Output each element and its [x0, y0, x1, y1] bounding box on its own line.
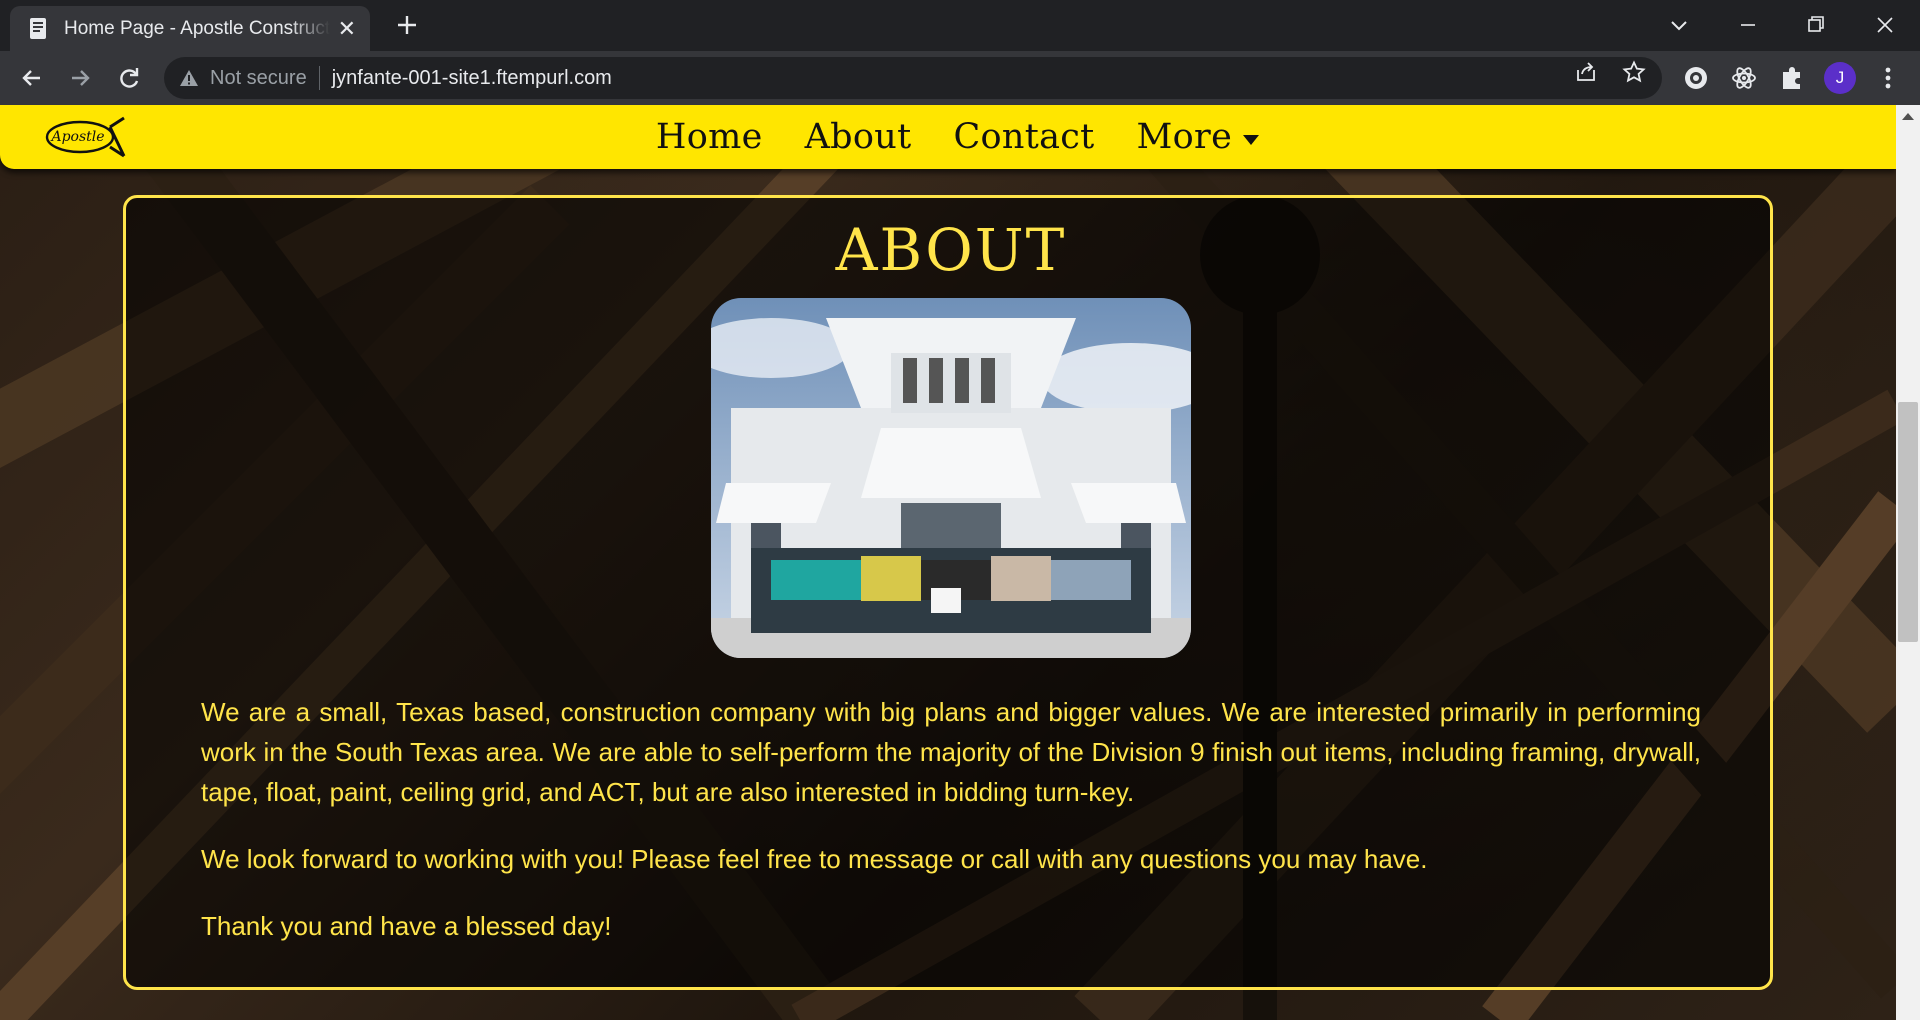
share-icon[interactable] [1574, 60, 1598, 84]
nav-more-label: More [1136, 117, 1233, 157]
about-paragraph-1: We are a small, Texas based, constructio… [201, 697, 1701, 807]
nav-home[interactable]: Home [656, 117, 763, 157]
nav-menu: Home About Contact More [0, 105, 1896, 169]
security-label[interactable]: Not secure [210, 67, 307, 90]
site-navbar: Apostle Home About Contact More [0, 105, 1896, 169]
forward-arrow-icon[interactable] [64, 62, 96, 94]
browser-toolbar: Not secure jynfante-001-site1.ftempurl.c… [0, 51, 1920, 105]
about-title: ABOUT [835, 216, 1067, 284]
tab-title: Home Page - Apostle Construction [64, 17, 330, 39]
about-text: We are a small, Texas based, constructio… [201, 692, 1701, 973]
page-viewport: Apostle Home About Contact More ABOUT We… [0, 105, 1896, 1020]
profile-avatar[interactable]: J [1824, 62, 1856, 94]
caret-down-icon [1243, 135, 1260, 145]
restore-icon[interactable] [1801, 10, 1831, 40]
page-favicon [30, 17, 46, 39]
address-bar[interactable]: Not secure jynfante-001-site1.ftempurl.c… [164, 57, 1662, 99]
about-card: ABOUT We are a small, Texas based, const… [123, 195, 1773, 990]
nav-contact[interactable]: Contact [953, 117, 1094, 157]
puzzle-icon[interactable] [1776, 62, 1808, 94]
about-paragraph-2: We look forward to working with you! Ple… [201, 844, 1428, 874]
warning-icon [180, 70, 198, 86]
back-arrow-icon[interactable] [16, 62, 48, 94]
about-paragraph-3: Thank you and have a blessed day! [201, 911, 612, 941]
close-window-icon[interactable] [1870, 10, 1900, 40]
nav-about[interactable]: About [805, 117, 912, 157]
plus-icon[interactable] [392, 10, 422, 40]
chevron-down-icon[interactable] [1664, 10, 1694, 40]
close-icon[interactable]: ✕ [338, 17, 356, 40]
url-text[interactable]: jynfante-001-site1.ftempurl.com [332, 67, 612, 90]
kebab-menu-icon[interactable] [1872, 62, 1904, 94]
scroll-up-arrow-icon[interactable] [1900, 110, 1916, 122]
react-icon[interactable] [1728, 62, 1760, 94]
omnibox-divider [318, 66, 320, 90]
star-icon[interactable] [1622, 60, 1646, 84]
extension-icon[interactable] [1680, 62, 1712, 94]
team-photo [711, 298, 1191, 658]
reload-icon[interactable] [113, 62, 145, 94]
nav-more[interactable]: More [1137, 117, 1261, 157]
minimize-icon[interactable] [1733, 10, 1763, 40]
browser-tabstrip: Home Page - Apostle Construction ✕ [0, 0, 1920, 51]
browser-tab[interactable]: Home Page - Apostle Construction ✕ [10, 6, 370, 51]
scrollbar-thumb[interactable] [1898, 402, 1918, 642]
